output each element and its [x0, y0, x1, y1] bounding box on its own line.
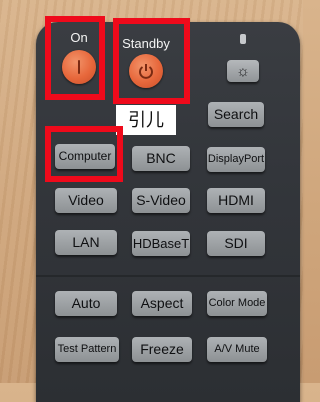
- test-pattern-button[interactable]: Test Pattern: [55, 337, 119, 362]
- sun-icon: ☼: [236, 62, 250, 80]
- sdi-button[interactable]: SDI: [207, 231, 265, 256]
- aspect-button[interactable]: Aspect: [132, 291, 192, 316]
- video-button[interactable]: Video: [55, 188, 117, 213]
- indicator-light: [240, 34, 246, 44]
- av-mute-button[interactable]: A/V Mute: [207, 337, 267, 362]
- lan-button[interactable]: LAN: [55, 230, 117, 255]
- s-video-button[interactable]: S-Video: [132, 188, 190, 213]
- auto-button[interactable]: Auto: [55, 291, 117, 316]
- search-button[interactable]: Search: [208, 102, 264, 127]
- color-mode-button[interactable]: Color Mode: [207, 291, 267, 316]
- illumination-button[interactable]: ☼: [227, 60, 259, 82]
- bnc-button[interactable]: BNC: [132, 146, 190, 171]
- computer-highlight-box: [45, 126, 123, 182]
- hdmi-button[interactable]: HDMI: [207, 188, 265, 213]
- on-highlight-box: [45, 16, 105, 100]
- standby-highlight-box: [113, 18, 190, 104]
- hdbaset-button[interactable]: HDBaseT: [132, 231, 190, 256]
- sticker-label: 引儿: [116, 105, 176, 135]
- freeze-button[interactable]: Freeze: [132, 337, 192, 362]
- displayport-button[interactable]: DisplayPort: [207, 147, 265, 172]
- section-divider: [36, 275, 300, 277]
